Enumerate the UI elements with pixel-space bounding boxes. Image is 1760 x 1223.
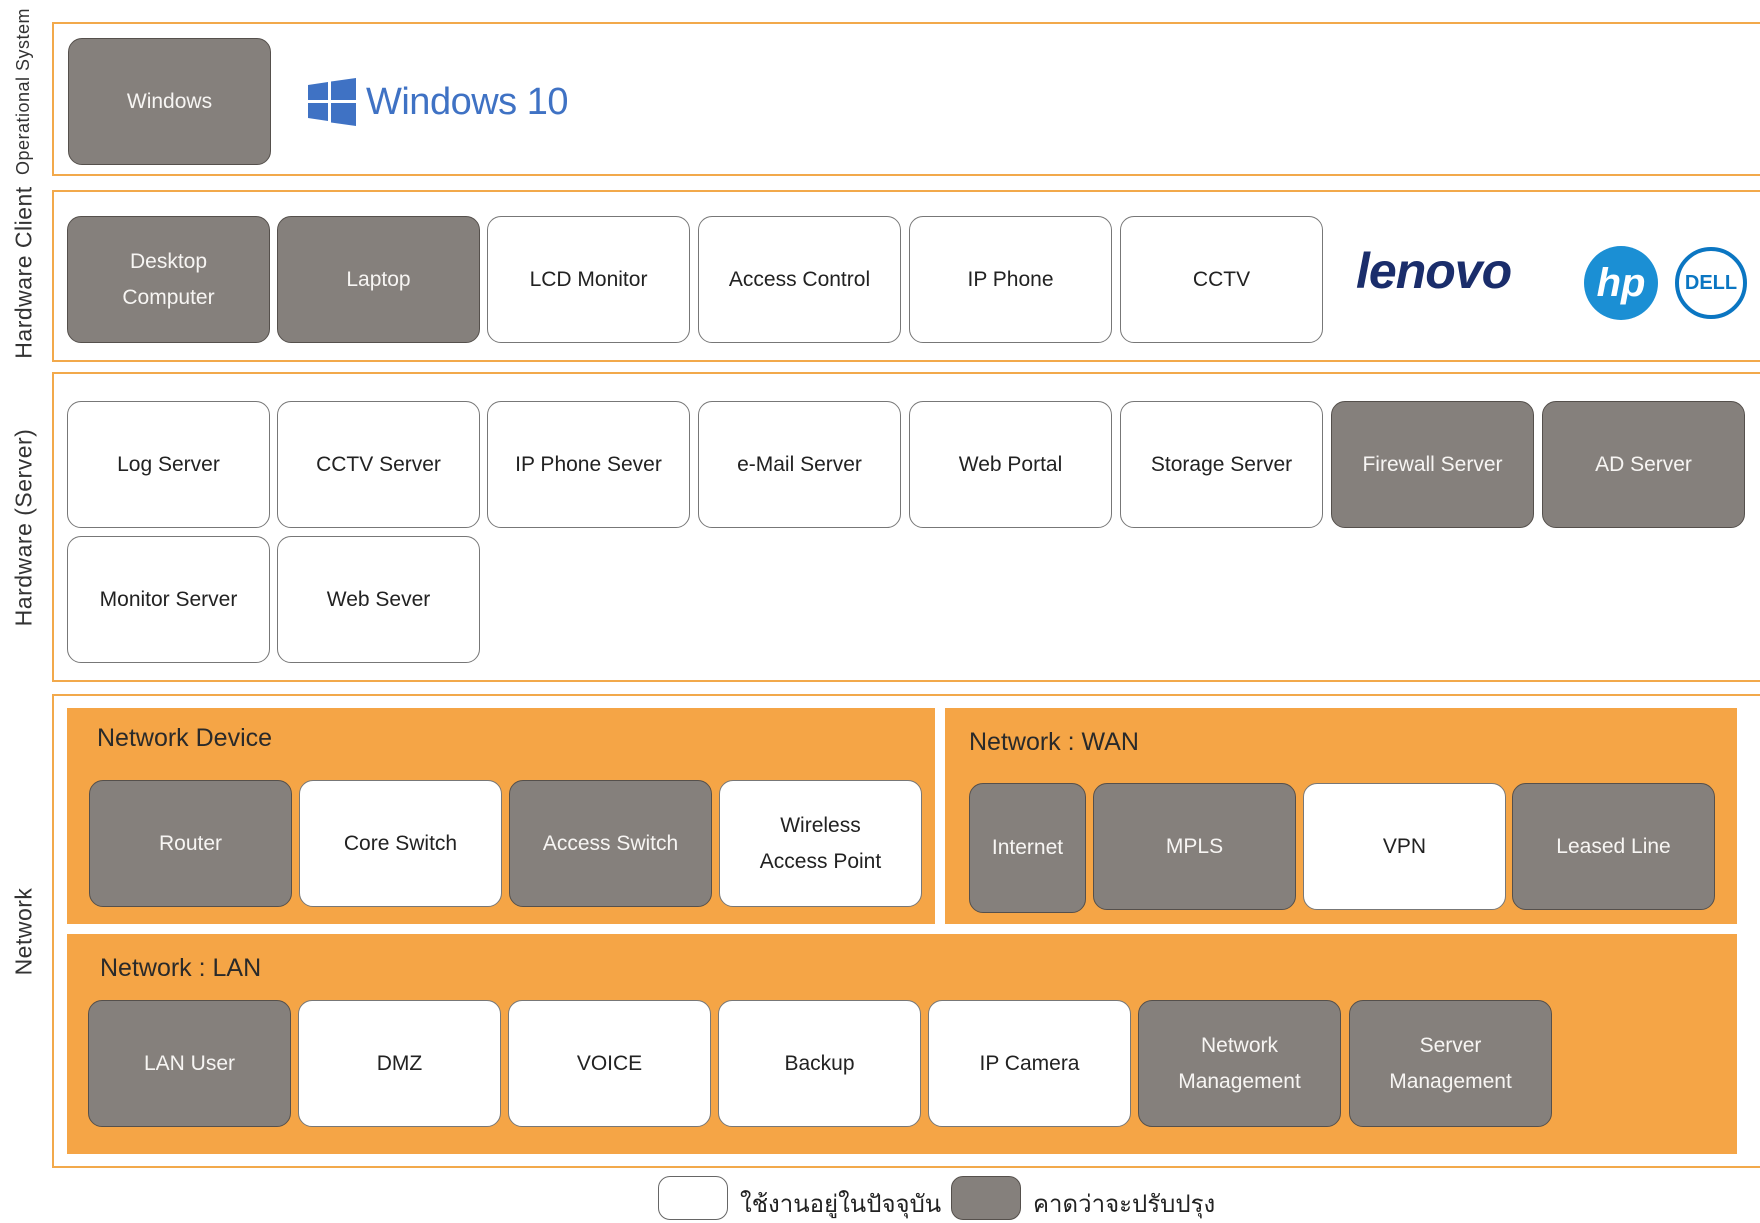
server-box-ad: AD Server [1542,401,1745,528]
server-box-email: e-Mail Server [698,401,901,528]
client-box-desktop: Desktop Computer [67,216,270,343]
os-box-windows: Windows [68,38,271,165]
dell-logo: DELL [1675,247,1747,319]
client-box-laptop: Laptop [277,216,480,343]
lenovo-logo: lenovo [1356,243,1512,299]
windows-10-logo: Windows 10 [308,78,568,126]
device-box-core-switch: Core Switch [299,780,502,907]
legend-upgrade-swatch [951,1176,1021,1220]
server-box-cctv: CCTV Server [277,401,480,528]
hp-logo-text: hp [1596,260,1646,305]
hp-logo: hp [1584,246,1658,320]
legend-current-swatch [658,1176,728,1220]
server-box-ip-phone: IP Phone Sever [487,401,690,528]
wan-box-vpn: VPN [1303,783,1506,910]
server-box-firewall: Firewall Server [1331,401,1534,528]
wan-box-internet: Internet [969,783,1086,913]
server-layer: Log Server CCTV Server IP Phone Sever e-… [52,372,1760,682]
network-device-panel: Network Device Router Core Switch Access… [67,708,935,924]
device-box-wireless-ap: Wireless Access Point [719,780,922,907]
lan-box-lan-user: LAN User [88,1000,291,1127]
client-box-ip-phone: IP Phone [909,216,1112,343]
network-wan-title: Network : WAN [969,728,1139,756]
network-layer: Network Device Router Core Switch Access… [52,694,1760,1168]
lan-box-ip-camera: IP Camera [928,1000,1131,1127]
client-box-cctv: CCTV [1120,216,1323,343]
lan-box-backup: Backup [718,1000,921,1127]
client-layer-label: Hardware Client [10,185,37,359]
server-box-log: Log Server [67,401,270,528]
network-wan-panel: Network : WAN Internet MPLS VPN Leased L… [945,708,1737,924]
server-box-storage: Storage Server [1120,401,1323,528]
dell-logo-text: DELL [1684,271,1738,294]
legend-current-label: ใช้งานอยู่ในปัจจุบัน [740,1191,942,1218]
lan-box-dmz: DMZ [298,1000,501,1127]
server-box-monitor: Monitor Server [67,536,270,663]
device-box-access-switch: Access Switch [509,780,712,907]
device-box-router: Router [89,780,292,907]
windows-10-wordmark: Windows 10 [366,80,568,123]
client-box-lcd-monitor: LCD Monitor [487,216,690,343]
wan-box-mpls: MPLS [1093,783,1296,910]
legend-upgrade-label: คาดว่าจะปรับปรุง [1033,1191,1216,1218]
network-layer-label: Network [10,887,37,975]
lan-box-server-management: Server Management [1349,1000,1552,1127]
client-layer: Desktop Computer Laptop LCD Monitor Acce… [52,190,1760,362]
server-box-web-portal: Web Portal [909,401,1112,528]
wan-box-leased-line: Leased Line [1512,783,1715,910]
network-device-title: Network Device [97,724,273,752]
server-layer-label: Hardware (Server) [10,428,37,626]
lan-box-network-management: Network Management [1138,1000,1341,1127]
lan-box-voice: VOICE [508,1000,711,1127]
windows-logo-icon [308,78,356,126]
client-box-access-control: Access Control [698,216,901,343]
os-layer: Windows Windows 10 [52,22,1760,176]
os-layer-label: Operational System [13,7,34,175]
network-lan-panel: Network : LAN LAN User DMZ VOICE Backup … [67,934,1737,1154]
server-box-web: Web Sever [277,536,480,663]
network-lan-title: Network : LAN [100,954,262,982]
